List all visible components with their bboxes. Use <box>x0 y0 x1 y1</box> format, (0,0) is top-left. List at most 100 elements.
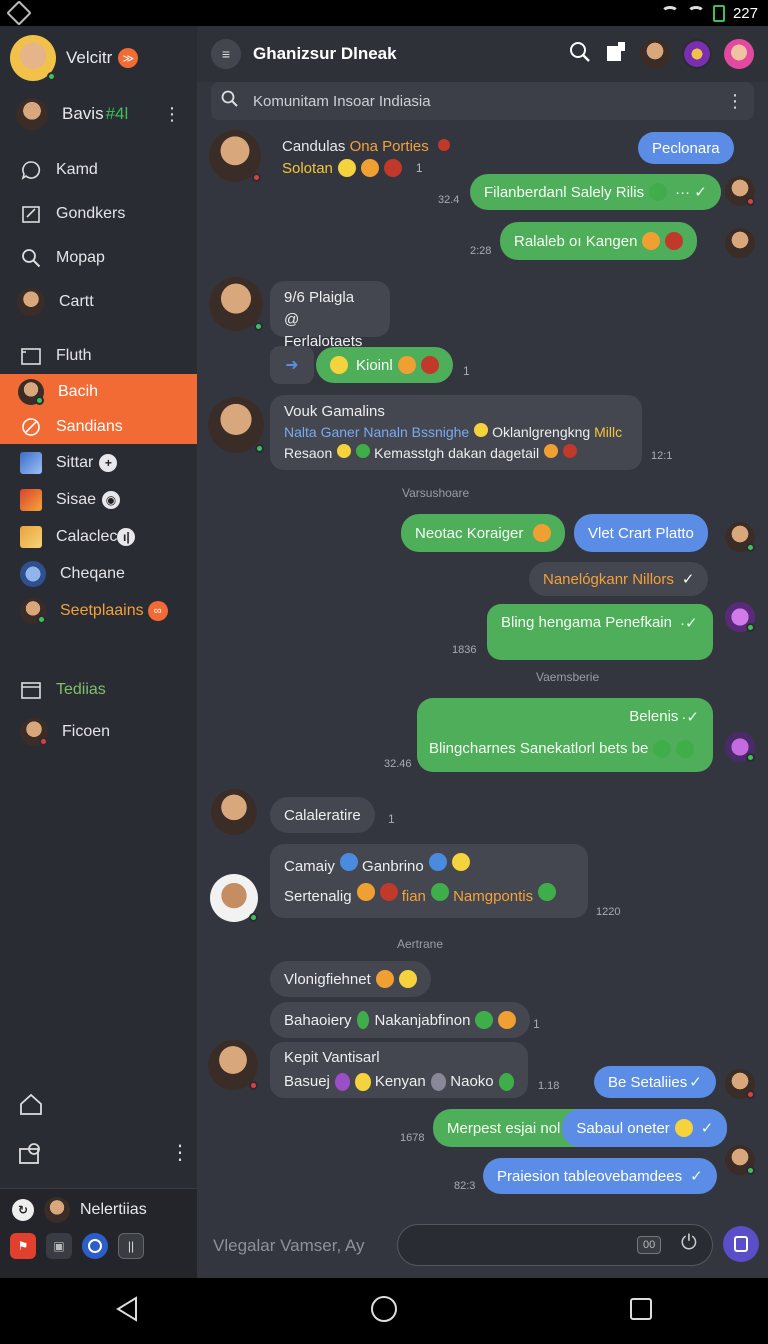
message-bubble[interactable]: Peclonara <box>638 132 734 164</box>
avatar[interactable] <box>210 874 258 922</box>
message-text: Ralaleb oı Kangen <box>514 232 638 250</box>
avatar[interactable] <box>208 397 264 453</box>
power-icon[interactable]: ⏻ <box>681 1232 697 1255</box>
back-icon[interactable] <box>114 1295 140 1328</box>
message-bubble[interactable]: Ralaleb oı Kangen <box>500 222 698 260</box>
notification-icon[interactable]: ↻ <box>12 1199 34 1221</box>
search-bar[interactable]: Komunitam Insoar Indiasia ⋮ <box>211 82 754 120</box>
profile-name: Velcitr <box>66 48 113 67</box>
more-icon[interactable]: ⋮ <box>163 104 181 125</box>
avatar[interactable] <box>209 277 263 331</box>
avatar[interactable] <box>209 130 261 182</box>
lock-button[interactable]: ▣ <box>46 1233 72 1259</box>
sidebar-item-bacih[interactable]: Bacih <box>0 374 197 409</box>
circle-button[interactable] <box>82 1233 108 1259</box>
message-bubble[interactable]: Nanelógkanr Nillors ✓ <box>529 562 709 596</box>
sidebar-item-sandians[interactable]: Sandians <box>0 409 197 444</box>
quoted-segment: Sabaul oneter ✓ <box>562 1109 728 1147</box>
message-text: Oklanlgrengkng <box>492 424 591 440</box>
message-bubble[interactable]: Praiesion tableovebamdees ✓ <box>483 1158 717 1194</box>
emoji-icon <box>676 740 695 758</box>
status-time: 227 <box>732 4 758 22</box>
message-bubble[interactable]: Kepit Vantisarl Basuej Kenyan Naoko <box>270 1042 528 1098</box>
search-input[interactable]: Komunitam Insoar Indiasia <box>253 93 431 110</box>
message-bubble[interactable]: Calaleratire <box>270 797 375 833</box>
star-icon <box>330 356 348 374</box>
message-bubble[interactable]: Vlonigfiehnet <box>270 961 431 997</box>
avatar[interactable] <box>211 789 257 835</box>
message-text: Bling hengama Penefkain <box>501 614 672 631</box>
emoji-icon <box>653 740 672 758</box>
sidebar-item-mopap[interactable]: Mopap <box>0 236 197 280</box>
message-bubble[interactable]: Vlet Crart Platto <box>574 514 708 552</box>
message-bubble[interactable]: Filanberdanl Salely Rilis ··· ✓ <box>470 174 721 210</box>
message-text: Millc <box>594 424 623 440</box>
thumbnail <box>20 451 42 474</box>
message-bubble[interactable]: Vouk Gamalins Nalta Ganer Nanaln Bssnigh… <box>270 395 642 470</box>
message-bubble[interactable]: Bahaoiery Nakanjabfinon <box>270 1002 531 1038</box>
profile-header[interactable]: Velcitr ≫ <box>0 26 197 90</box>
sidebar-item-sittar[interactable]: Sittar + <box>0 444 197 481</box>
sidebar-item-label: Sandians <box>56 417 123 435</box>
sidebar-item-cartt[interactable]: Cartt <box>0 280 197 324</box>
home-button-icon[interactable] <box>369 1294 399 1329</box>
reply-arrow-icon[interactable]: ➜ <box>270 346 314 384</box>
more-icon[interactable]: ⋮ <box>170 1140 190 1165</box>
message-text: Blingcharnes Sanekatlorl bets be <box>429 740 649 757</box>
avatar <box>20 718 48 746</box>
message-bubble[interactable]: Bling hengama Penefkain ·✓ <box>487 604 713 660</box>
message-bubble[interactable]: Be Setaliies ✓ <box>594 1066 716 1098</box>
emoji-icon <box>356 1011 369 1029</box>
avatar[interactable] <box>640 39 670 69</box>
avatar <box>725 522 755 552</box>
sidebar-item-kamd[interactable]: Kamd <box>0 148 197 192</box>
message-text: Nakanjabfinon <box>374 1011 471 1029</box>
emoji-icon <box>451 853 470 871</box>
more-icon[interactable]: ⋮ <box>726 91 744 112</box>
avatar[interactable] <box>10 35 56 81</box>
chat-main: ≡ Ghanizsur Dlneak Komunitam Insoar Indi… <box>197 26 768 1278</box>
message-text: fian <box>401 888 426 905</box>
message-bubble[interactable]: 9/6 Plaigla @ Ferlalotaets <box>270 281 390 350</box>
pause-button[interactable]: || <box>118 1233 144 1259</box>
flag-button[interactable]: ⚑ <box>10 1233 36 1259</box>
thumbnail <box>20 525 42 548</box>
send-button[interactable] <box>723 1226 759 1262</box>
home-icon[interactable] <box>18 1092 44 1121</box>
avatar[interactable] <box>724 39 754 69</box>
timestamp: 2:28 <box>470 245 492 257</box>
status-bar: 227 <box>0 0 768 26</box>
sidebar-item-gondkers[interactable]: Gondkers <box>0 192 197 236</box>
search-icon[interactable] <box>568 40 592 69</box>
sidebar-item-calaclec[interactable]: Calaclec ı| <box>0 518 197 555</box>
message-text: Solotan <box>282 159 333 177</box>
timestamp: 1836 <box>452 644 477 656</box>
message-bubble[interactable]: Camaiy Ganbrino Sertenalig fian Namgpont… <box>270 844 588 918</box>
profile-card-icon[interactable] <box>18 1141 44 1170</box>
avatar[interactable] <box>208 1040 258 1090</box>
recents-icon[interactable] <box>628 1296 654 1327</box>
avatar <box>20 560 46 587</box>
sidebar-item-seetplaains[interactable]: Seetplaains ∞ <box>0 592 197 629</box>
message-bubble[interactable]: Neotac Koraiger <box>401 514 566 552</box>
timestamp: 82:3 <box>454 1180 476 1192</box>
sidebar-item-cheqane[interactable]: Cheqane <box>0 555 197 592</box>
input-chip[interactable]: 00 <box>637 1236 662 1254</box>
sidebar-item-sisae[interactable]: Sisae ◉ <box>0 481 197 518</box>
message-bubble[interactable]: Belenis ·✓ Blingcharnes Sanekatlorl bets … <box>417 698 713 772</box>
sidebar-item-tediias[interactable]: Tediias <box>0 669 197 711</box>
message-bubble[interactable]: Kioinl <box>316 347 453 383</box>
save-icon[interactable] <box>604 40 628 69</box>
message-bubble[interactable]: Merpest esjai nol Sabaul oneter ✓ <box>433 1109 728 1147</box>
sidebar-footer: ↻ Nelertiias ⚑ ▣ || <box>0 1188 197 1278</box>
sidebar-item-fluth[interactable]: Fluth <box>0 338 197 374</box>
message-input[interactable] <box>397 1224 713 1266</box>
battery-icon <box>712 4 725 22</box>
user-row[interactable]: Bavis #4l ⋮ <box>0 90 197 138</box>
message-row: Belenis ·✓ <box>629 708 699 726</box>
avatar[interactable] <box>682 39 712 69</box>
menu-icon[interactable]: ≡ <box>211 39 241 69</box>
sidebar-item-ficoen[interactable]: Ficoen <box>0 711 197 753</box>
emoji-icon <box>674 1119 693 1137</box>
read-check-icon: ·✓ <box>679 615 698 632</box>
